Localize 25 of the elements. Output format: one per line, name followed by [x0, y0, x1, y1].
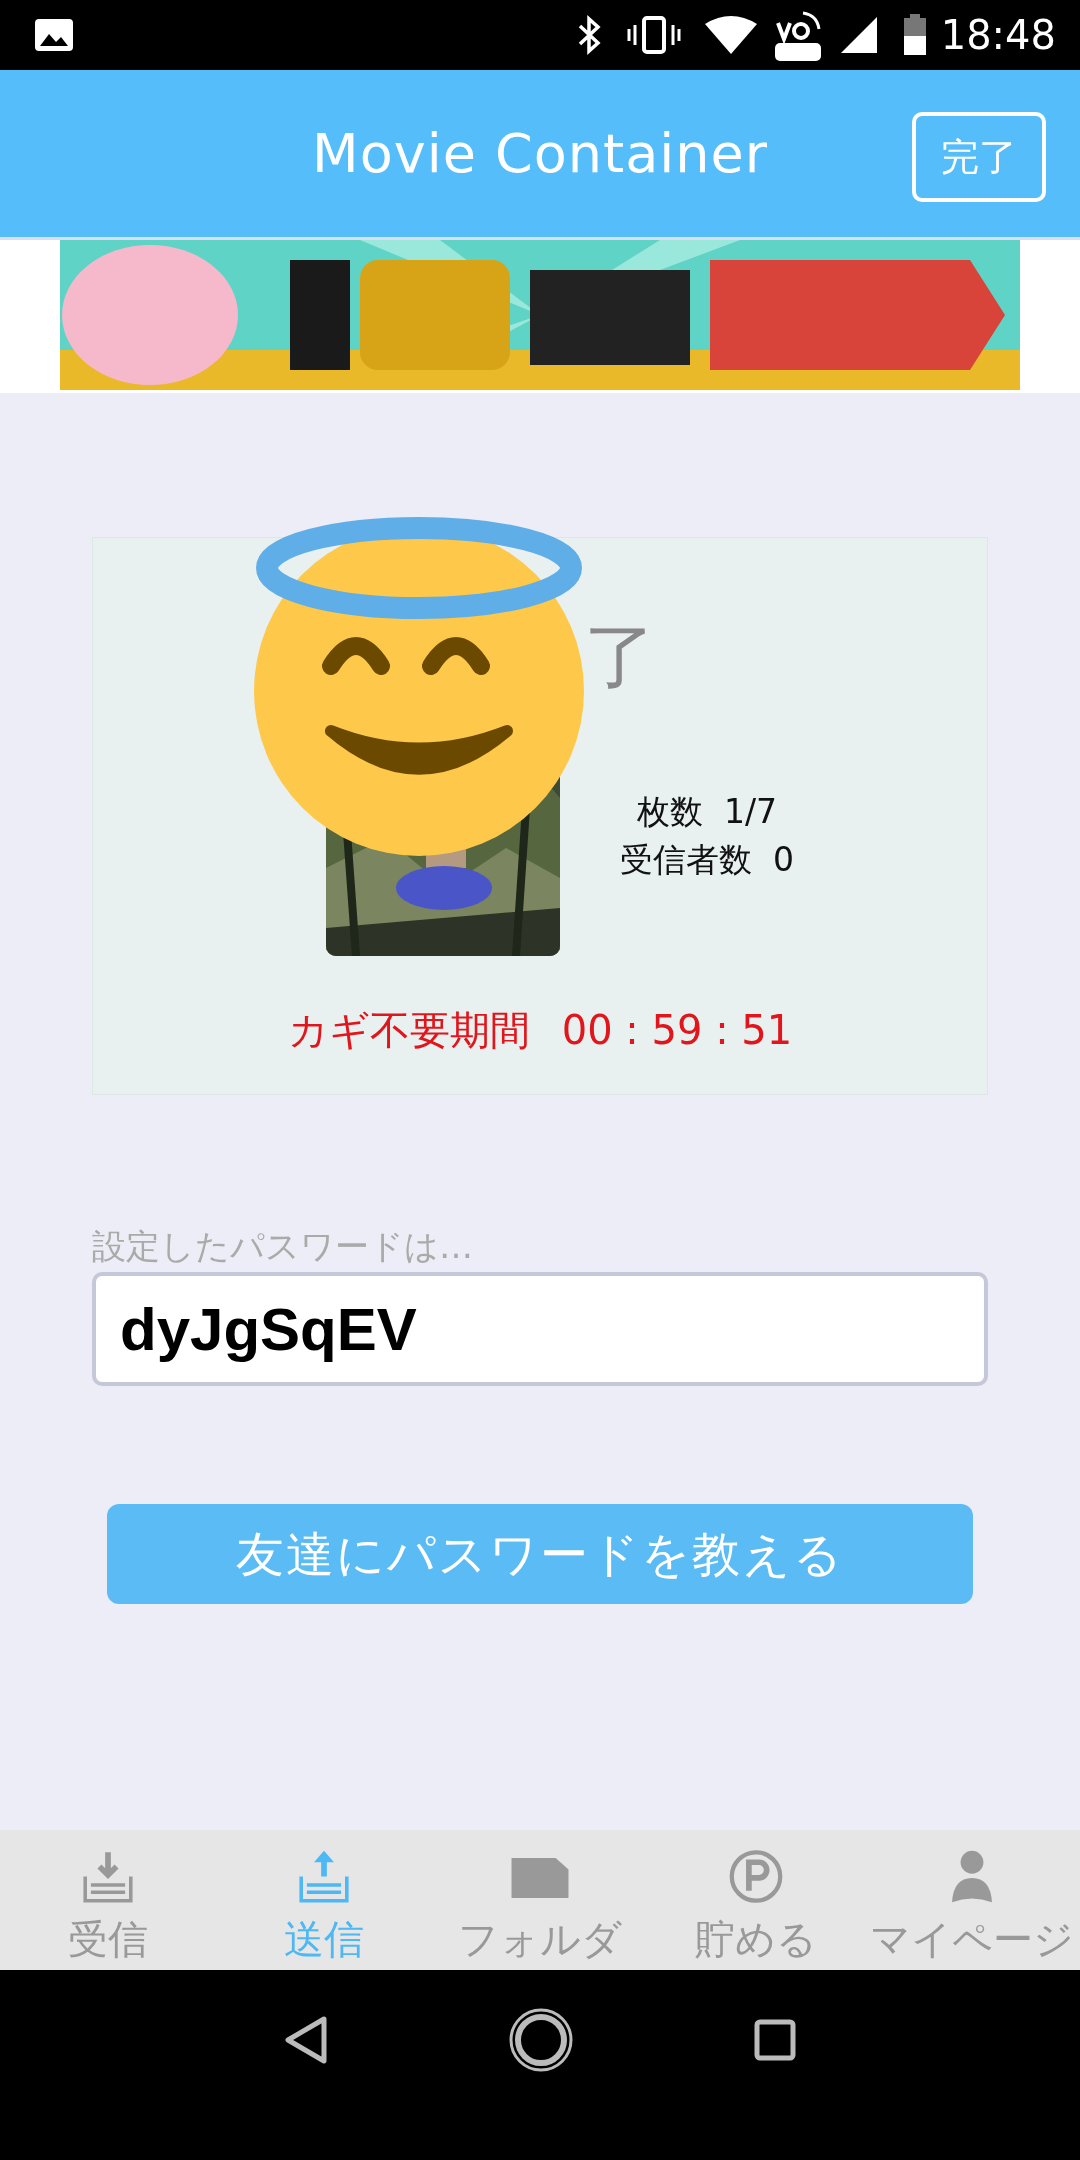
tab-item[interactable]: マイページ	[864, 1830, 1080, 1970]
stat-text: 受信者数 0	[620, 839, 794, 882]
tab-item[interactable]: 送信	[216, 1830, 432, 1970]
tab-item[interactable]: 受信	[0, 1830, 216, 1970]
card-title: 了	[584, 620, 656, 692]
home-icon[interactable]	[508, 2007, 574, 2073]
app-title: Movie Container	[312, 121, 768, 187]
stat-text: 枚数 1/7	[636, 791, 778, 834]
countdown-time: 00 : 59 : 51	[561, 1006, 793, 1055]
battery-icon	[902, 14, 927, 56]
wifi-icon	[704, 16, 757, 54]
bluetooth-icon	[576, 15, 603, 55]
vibrate-icon	[626, 15, 681, 55]
field-label: 設定したパスワードは…	[92, 1225, 473, 1268]
password-field[interactable]: dyJgSqEV	[92, 1272, 988, 1386]
share-password-button[interactable]: 友達にパスワードを教える	[107, 1504, 973, 1604]
clock-time: 18:48	[940, 11, 1056, 60]
tab-item[interactable]: フォルダ	[432, 1830, 648, 1970]
recents-icon[interactable]	[754, 2019, 796, 2061]
back-icon[interactable]	[284, 2015, 328, 2065]
timer-label: カギ不要期間	[287, 1006, 530, 1055]
done-button[interactable]: 完了	[912, 112, 1046, 202]
tab-item[interactable]: 貯める	[648, 1830, 864, 1970]
image-icon	[34, 18, 74, 52]
volte-icon	[772, 9, 823, 61]
